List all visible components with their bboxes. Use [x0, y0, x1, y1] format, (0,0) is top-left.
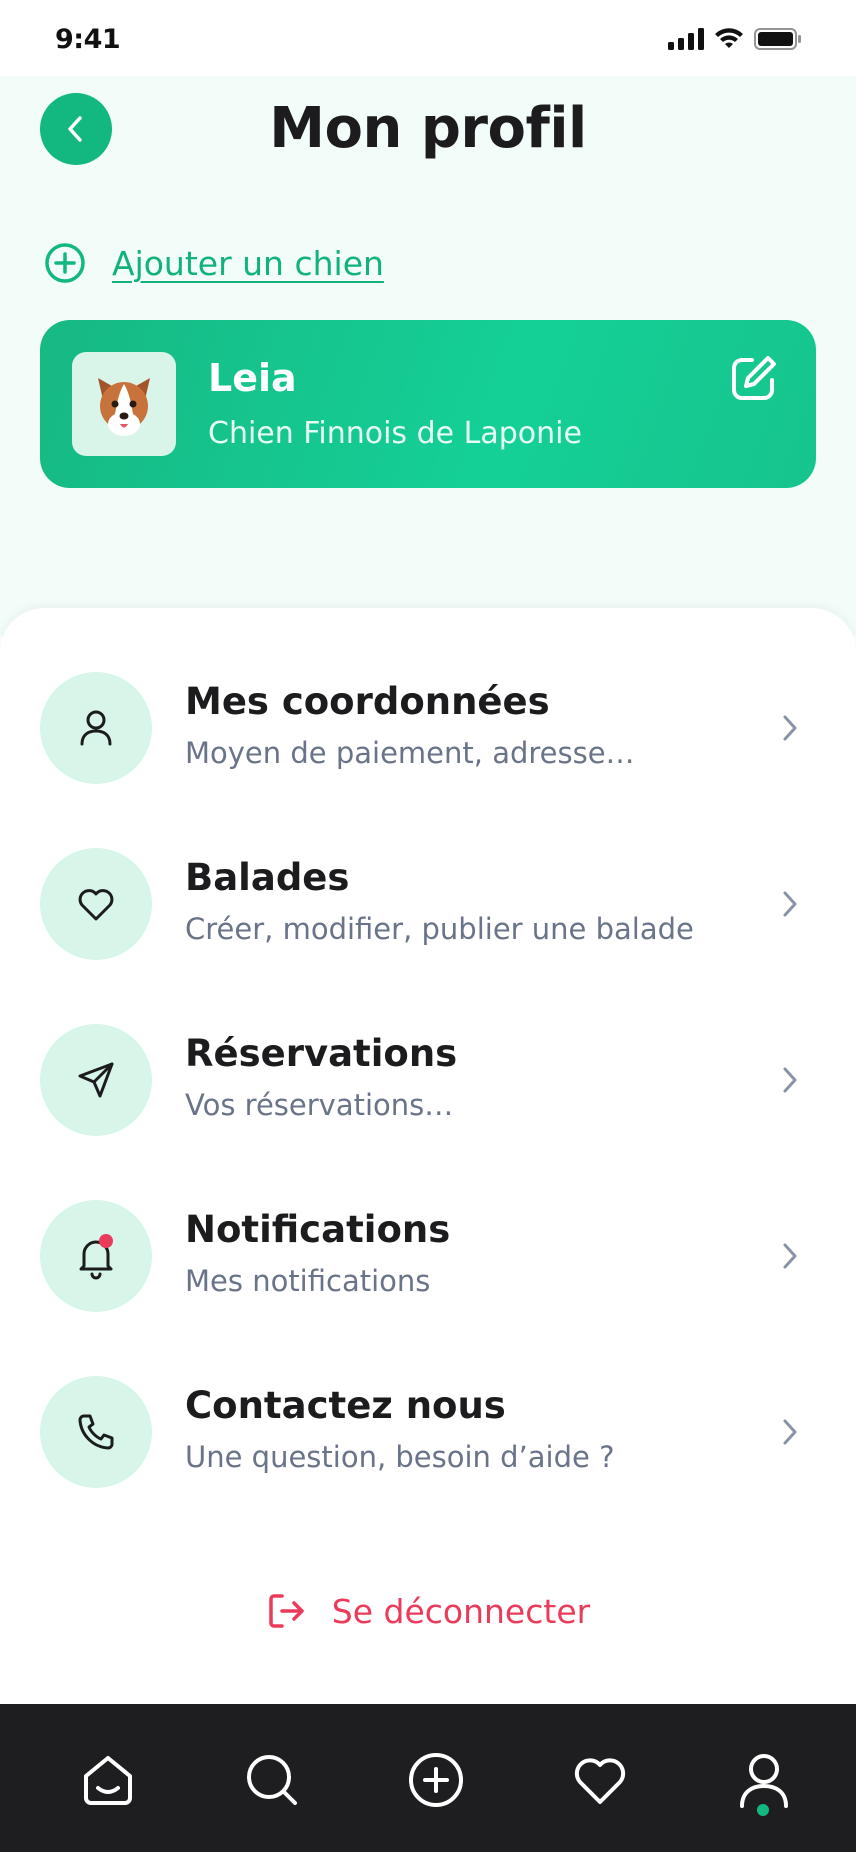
dog-breed: Chien Finnois de Laponie: [208, 416, 582, 451]
status-bar: 9:41: [0, 0, 856, 76]
phone-icon: [78, 1414, 114, 1450]
status-time: 9:41: [55, 24, 121, 55]
tab-bar: [0, 1704, 856, 1852]
notification-dot: [99, 1234, 113, 1248]
favorites-icon: [574, 1758, 626, 1804]
logout-label: Se déconnecter: [331, 1591, 591, 1631]
menu-icon-circle: [40, 1024, 152, 1136]
add-dog-label: Ajouter un chien: [112, 243, 384, 283]
search-icon: [247, 1755, 297, 1805]
tab-profile[interactable]: [732, 1748, 796, 1812]
menu-item-notifications[interactable]: Notifications Mes notifications: [0, 1196, 856, 1316]
home-icon: [84, 1756, 132, 1805]
active-tab-indicator: [757, 1804, 769, 1816]
send-icon: [78, 1062, 114, 1098]
battery-icon: [754, 28, 801, 50]
chevron-right-icon: [776, 1062, 804, 1098]
menu-title: Mes coordonnées: [185, 680, 550, 723]
dog-avatar: [72, 352, 176, 456]
status-icons: [668, 28, 802, 50]
tab-home[interactable]: [76, 1748, 140, 1812]
menu-subtitle: Moyen de paiement, adresse…: [185, 736, 635, 770]
menu-sheet: Mes coordonnées Moyen de paiement, adres…: [0, 608, 856, 1704]
plus-circle-icon: [45, 243, 85, 283]
menu-item-reservations[interactable]: Réservations Vos réservations…: [0, 1020, 856, 1140]
chevron-right-icon: [776, 1414, 804, 1450]
menu-title: Réservations: [185, 1032, 458, 1075]
tab-favorites[interactable]: [568, 1748, 632, 1812]
tab-search[interactable]: [240, 1748, 304, 1812]
bell-icon: [79, 1234, 113, 1280]
dog-card[interactable]: Leia Chien Finnois de Laponie: [40, 320, 816, 488]
edit-dog-button[interactable]: [726, 350, 782, 406]
menu-title: Balades: [185, 856, 350, 899]
menu-icon-circle: [40, 672, 152, 784]
profile-icon: [740, 1754, 788, 1808]
menu-subtitle: Mes notifications: [185, 1264, 431, 1298]
logout-button[interactable]: Se déconnecter: [0, 1590, 856, 1632]
menu-item-balades[interactable]: Balades Créer, modifier, publier une bal…: [0, 844, 856, 964]
wifi-icon: [715, 28, 743, 48]
signal-icon: [668, 28, 704, 50]
menu-item-coordonnees[interactable]: Mes coordonnées Moyen de paiement, adres…: [0, 668, 856, 788]
menu-title: Contactez nous: [185, 1384, 506, 1427]
menu-subtitle: Une question, besoin d’aide ?: [185, 1440, 615, 1474]
menu-subtitle: Vos réservations…: [185, 1088, 454, 1122]
user-icon: [80, 710, 112, 746]
add-dog-link[interactable]: Ajouter un chien: [44, 242, 384, 284]
menu-icon-circle: [40, 848, 152, 960]
menu-item-contact[interactable]: Contactez nous Une question, besoin d’ai…: [0, 1372, 856, 1492]
add-icon: [409, 1753, 463, 1807]
menu-subtitle: Créer, modifier, publier une balade: [185, 912, 694, 946]
chevron-right-icon: [776, 710, 804, 746]
menu-icon-circle: [40, 1200, 152, 1312]
chevron-right-icon: [776, 886, 804, 922]
logout-icon: [269, 1594, 304, 1628]
dog-face-icon: [98, 378, 150, 436]
page-title: Mon profil: [269, 96, 587, 161]
chevron-right-icon: [776, 1238, 804, 1274]
tab-add[interactable]: [404, 1748, 468, 1812]
edit-icon: [732, 356, 776, 400]
heart-icon: [78, 889, 114, 921]
menu-icon-circle: [40, 1376, 152, 1488]
menu-title: Notifications: [185, 1208, 451, 1251]
dog-name: Leia: [208, 356, 297, 400]
